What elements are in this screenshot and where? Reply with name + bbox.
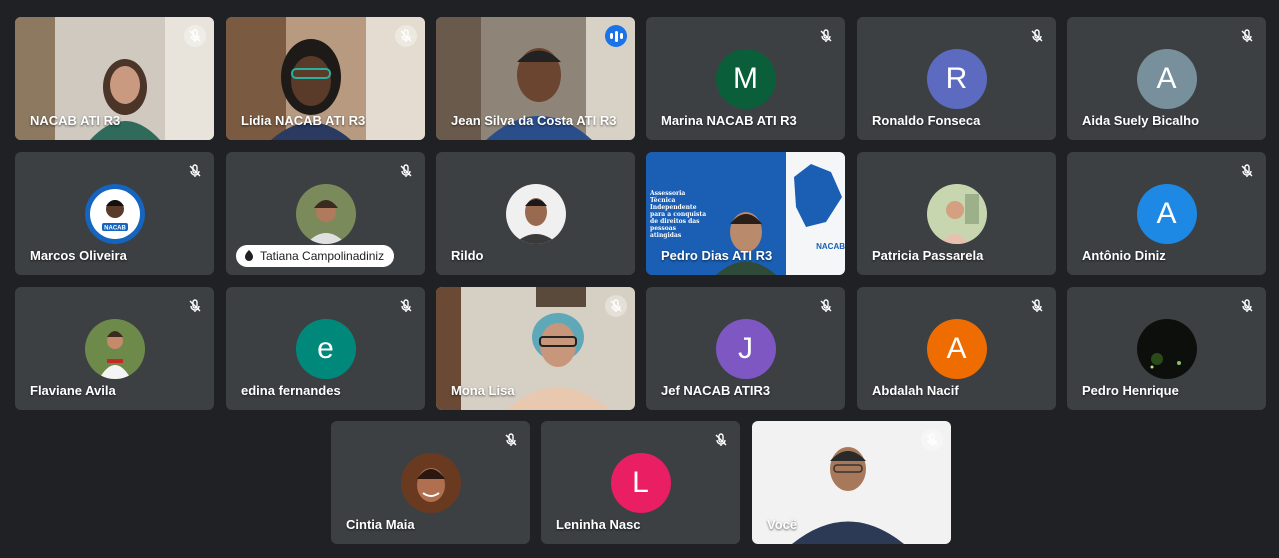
- participant-name: Marina NACAB ATI R3: [661, 113, 797, 128]
- participant-tile-mona-lisa[interactable]: Mona Lisa: [436, 287, 635, 410]
- participant-name: Jef NACAB ATIR3: [661, 383, 771, 398]
- participant-name: Leninha Nasc: [556, 517, 641, 532]
- avatar: A: [1136, 184, 1197, 244]
- mic-off-icon: [189, 299, 201, 312]
- avatar-logo-text: NACAB: [104, 226, 126, 232]
- pinned-name-pill[interactable]: Tatiana Campolinadiniz: [236, 245, 395, 267]
- mic-off-icon: [505, 433, 517, 446]
- participant-tile-edina[interactable]: e edina fernandes: [226, 287, 425, 410]
- participant-tile-tatiana[interactable]: Tatiana Campolinadiniz: [226, 152, 425, 275]
- participant-name: Lidia NACAB ATI R3: [241, 113, 366, 128]
- participant-tile-aida[interactable]: A Aida Suely Bicalho: [1067, 17, 1266, 140]
- slide-logo: NACAB: [816, 242, 845, 251]
- participant-name: Você: [767, 517, 798, 532]
- participant-name: Patricia Passarela: [872, 248, 984, 263]
- participant-name: Aida Suely Bicalho: [1082, 113, 1200, 128]
- participant-tile-pedro-henrique[interactable]: Pedro Henrique: [1067, 287, 1266, 410]
- participant-name: Flaviane Avila: [30, 383, 116, 398]
- participant-tile-self[interactable]: Você: [752, 421, 951, 544]
- participant-name: Pedro Henrique: [1082, 383, 1179, 398]
- participant-tile-ronaldo[interactable]: R Ronaldo Fonseca: [857, 17, 1056, 140]
- participant-name: Mona Lisa: [451, 383, 515, 398]
- avatar: e: [295, 319, 356, 379]
- mic-off-icon: [820, 29, 832, 42]
- participant-name: Pedro Dias ATI R3: [661, 248, 773, 263]
- mic-off-icon: [605, 295, 627, 317]
- participant-tile-pedro-dias[interactable]: Assessoria Técnica Independente para a c…: [646, 152, 845, 275]
- avatar: A: [1136, 49, 1197, 109]
- audio-level-icon: [605, 25, 627, 47]
- slide-text: Assessoria Técnica Independente para a c…: [650, 190, 707, 239]
- participant-name: Tatiana Campolinadiniz: [260, 249, 385, 263]
- avatar: [926, 184, 987, 244]
- mic-off-icon: [1241, 29, 1253, 42]
- participant-tile-lidia[interactable]: Lidia NACAB ATI R3: [226, 17, 425, 140]
- participant-tile-abdalah[interactable]: A Abdalah Nacif: [857, 287, 1056, 410]
- participant-tile-marina[interactable]: M Marina NACAB ATI R3: [646, 17, 845, 140]
- avatar: [400, 453, 461, 513]
- participant-tile-patricia[interactable]: Patricia Passarela: [857, 152, 1056, 275]
- participant-tile-cintia[interactable]: Cintia Maia: [331, 421, 530, 544]
- avatar: L: [610, 453, 671, 513]
- pin-icon: [245, 250, 253, 261]
- participant-name: Antônio Diniz: [1082, 248, 1166, 263]
- mic-off-icon: [1031, 29, 1043, 42]
- mic-off-icon: [395, 25, 417, 47]
- avatar: M: [715, 49, 776, 109]
- avatar: [1136, 319, 1197, 379]
- participant-name: edina fernandes: [241, 383, 341, 398]
- avatar: J: [715, 319, 776, 379]
- mic-off-icon: [820, 299, 832, 312]
- participant-tile-flaviane[interactable]: Flaviane Avila: [15, 287, 214, 410]
- mic-off-icon: [184, 25, 206, 47]
- mic-off-icon: [715, 433, 727, 446]
- participant-name: Abdalah Nacif: [872, 383, 959, 398]
- participant-tile-antonio[interactable]: A Antônio Diniz: [1067, 152, 1266, 275]
- mic-off-icon: [1241, 164, 1253, 177]
- mic-off-icon: [189, 164, 201, 177]
- participant-name: NACAB ATI R3: [30, 113, 121, 128]
- participant-tile-rildo[interactable]: Rildo: [436, 152, 635, 275]
- avatar: [295, 184, 356, 244]
- participant-name: Marcos Oliveira: [30, 248, 127, 263]
- avatar: [84, 319, 145, 379]
- avatar: R: [926, 49, 987, 109]
- mic-off-icon: [400, 164, 412, 177]
- participant-tile-jean-speaking[interactable]: Jean Silva da Costa ATI R3: [436, 17, 635, 140]
- participant-tile-marcos[interactable]: NACAB Marcos Oliveira: [15, 152, 214, 275]
- participant-tile-nacab-ati-r3[interactable]: NACAB ATI R3: [15, 17, 214, 140]
- mic-off-icon: [921, 429, 943, 451]
- mic-off-icon: [400, 299, 412, 312]
- avatar: [505, 184, 566, 244]
- participant-name: Jean Silva da Costa ATI R3: [451, 113, 617, 128]
- avatar: NACAB: [84, 184, 145, 244]
- participant-name: Rildo: [451, 248, 484, 263]
- participant-name: Ronaldo Fonseca: [872, 113, 981, 128]
- participant-tile-leninha[interactable]: L Leninha Nasc: [541, 421, 740, 544]
- avatar: A: [926, 319, 987, 379]
- mic-off-icon: [1241, 299, 1253, 312]
- participant-tile-jef[interactable]: J Jef NACAB ATIR3: [646, 287, 845, 410]
- mic-off-icon: [1031, 299, 1043, 312]
- participant-name: Cintia Maia: [346, 517, 415, 532]
